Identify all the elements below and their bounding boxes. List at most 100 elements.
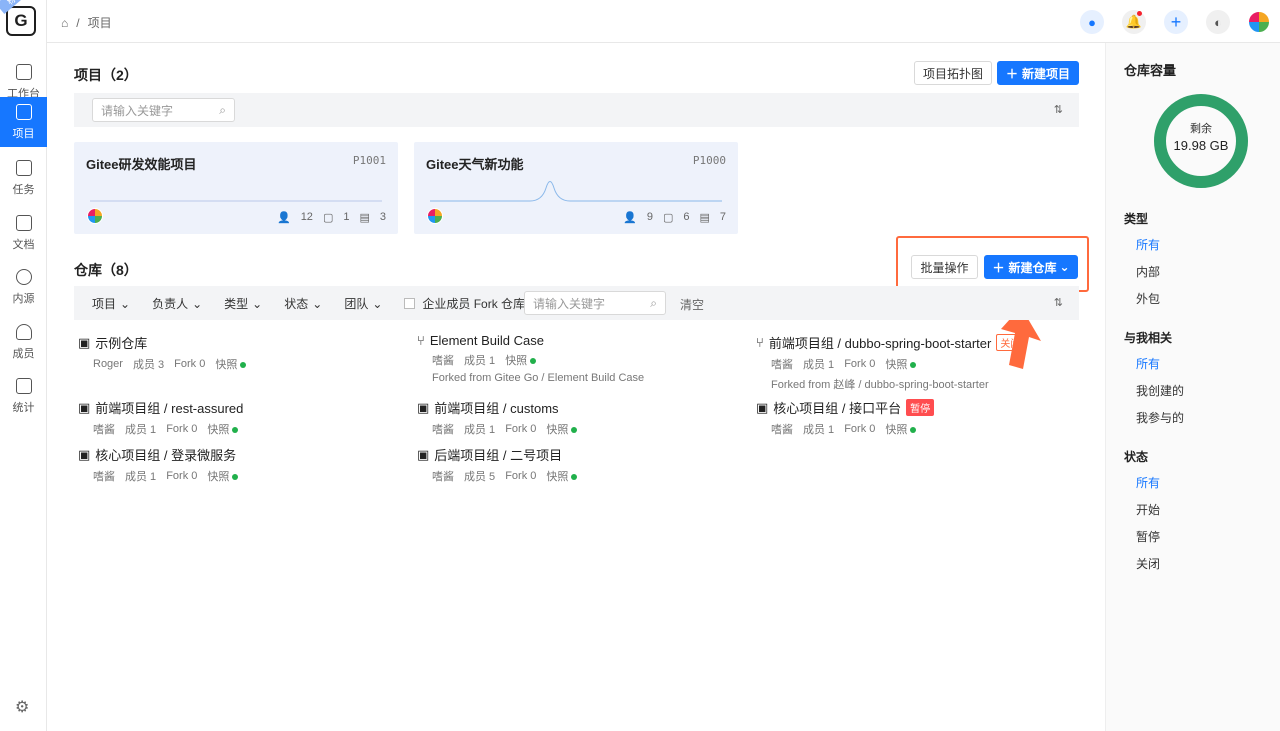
checkbox[interactable] bbox=[404, 298, 416, 309]
repo-icon: ▣ bbox=[78, 334, 91, 350]
repo-icon: ▢ bbox=[662, 212, 674, 224]
sidebar-item-stats[interactable]: 统计 bbox=[0, 371, 47, 421]
checklist-icon bbox=[15, 159, 32, 176]
main-content: 项目（2） 项目拓扑图 ＋新建项目 请输入关键字 ⌕ ⇅ Gitee研发效能项目 … bbox=[47, 43, 1105, 731]
search-icon: ⌕ bbox=[650, 295, 657, 310]
activity-sparkline bbox=[90, 200, 382, 202]
type-all[interactable]: 所有 bbox=[1136, 236, 1160, 253]
type-internal[interactable]: 内部 bbox=[1136, 263, 1160, 280]
innersource-icon bbox=[15, 268, 32, 285]
members-icon bbox=[15, 323, 32, 340]
repo-search-input[interactable]: 请输入关键字 ⌕ bbox=[524, 291, 666, 315]
search-icon: ⌕ bbox=[219, 102, 226, 117]
repo-icon: ▣ bbox=[78, 399, 91, 415]
batch-operation-button[interactable]: 批量操作 bbox=[911, 255, 978, 279]
filter-owner[interactable]: 负责人 ⌄ bbox=[152, 295, 202, 312]
status-dot bbox=[571, 427, 578, 433]
breadcrumb: ⌂ / 项目 bbox=[61, 15, 112, 31]
repo-item[interactable]: ▣ 后端项目组 / 二号项目 嗜酱 成员 5 Fork 0 快照 bbox=[417, 445, 747, 484]
filter-type[interactable]: 类型 ⌄ bbox=[224, 295, 262, 312]
top-bar: ⌂ / 项目 ● 🔔 + ◐ bbox=[47, 0, 1280, 43]
project-name: Gitee天气新功能 bbox=[426, 157, 524, 172]
status-started[interactable]: 开始 bbox=[1136, 501, 1160, 518]
repo-item[interactable]: ▣ 前端项目组 / customs 嗜酱 成员 1 Fork 0 快照 bbox=[417, 398, 747, 437]
fork-icon: ⑂ bbox=[756, 335, 764, 350]
new-project-button[interactable]: ＋新建项目 bbox=[997, 61, 1079, 85]
book-icon bbox=[15, 103, 32, 120]
user-avatar[interactable] bbox=[1248, 11, 1270, 33]
chevron-down-icon: ⌄ bbox=[120, 296, 131, 311]
repo-item[interactable]: ▣ 核心项目组 / 接口平台 暂停 嗜酱 成员 1 Fork 0 快照 bbox=[756, 398, 1086, 437]
chevron-down-icon: ⌄ bbox=[372, 296, 383, 311]
chevron-down-icon: ⌄ bbox=[252, 296, 263, 311]
status-dot bbox=[232, 474, 239, 480]
chevron-down-icon: ⌄ bbox=[192, 296, 203, 311]
repo-item[interactable]: ▣ 示例仓库 Roger 成员 3 Fork 0 快照 bbox=[78, 333, 408, 372]
repo-item[interactable]: ⑂ Element Build Case 嗜酱 成员 1 快照 Forked from G… bbox=[417, 333, 747, 384]
filter-status[interactable]: 状态 ⌄ bbox=[284, 295, 322, 312]
paused-badge: 暂停 bbox=[906, 399, 935, 416]
status-all[interactable]: 所有 bbox=[1136, 474, 1160, 491]
chevron-down-icon: ⌄ bbox=[312, 296, 323, 311]
task-icon: ▤ bbox=[359, 212, 370, 224]
settings-icon[interactable]: ⚙ bbox=[15, 697, 29, 717]
sort-icon[interactable]: ⇅ bbox=[1054, 103, 1063, 116]
fork-icon: ⑂ bbox=[417, 333, 425, 348]
project-code: P1001 bbox=[352, 154, 386, 167]
bell-icon[interactable]: 🔔 bbox=[1122, 10, 1146, 34]
status-dot bbox=[910, 362, 917, 368]
status-dot bbox=[530, 358, 537, 364]
status-closed[interactable]: 关闭 bbox=[1136, 555, 1160, 572]
repo-item[interactable]: ▣ 前端项目组 / rest-assured 嗜酱 成员 1 Fork 0 快照 bbox=[78, 398, 408, 437]
task-icon: ▤ bbox=[699, 212, 710, 224]
projects-title: 项目（2） bbox=[74, 67, 138, 83]
bar-chart-icon bbox=[15, 377, 32, 394]
fork-checkbox[interactable]: 企业成员 Fork 仓库 bbox=[404, 295, 525, 312]
sidebar-item-innersource[interactable]: 内源 bbox=[0, 262, 47, 312]
type-title: 类型 bbox=[1124, 212, 1149, 226]
status-dot bbox=[571, 474, 578, 480]
filter-team[interactable]: 团队 ⌄ bbox=[344, 295, 382, 312]
type-outsource[interactable]: 外包 bbox=[1136, 290, 1160, 307]
sidebar-item-tasks[interactable]: 任务 bbox=[0, 153, 47, 203]
remain-value: 19.98 GB bbox=[1173, 138, 1229, 153]
repo-icon: ▣ bbox=[756, 399, 769, 415]
filter-project[interactable]: 项目 ⌄ bbox=[92, 295, 130, 312]
project-topology-button[interactable]: 项目拓扑图 bbox=[914, 61, 992, 85]
closed-badge: 关闭 bbox=[996, 334, 1025, 351]
sidebar-item-projects[interactable]: 项目 bbox=[0, 97, 47, 147]
status-dot bbox=[240, 362, 247, 368]
members-icon: 👤 bbox=[623, 212, 637, 224]
app-logo[interactable]: G bbox=[6, 6, 36, 36]
project-card[interactable]: Gitee研发效能项目 P1001 👤 12 ▢ 1 ▤ 3 bbox=[74, 142, 398, 234]
repo-icon: ▢ bbox=[322, 212, 334, 224]
project-search-input[interactable]: 请输入关键字 ⌕ bbox=[92, 98, 235, 122]
repo-item[interactable]: ▣ 核心项目组 / 登录微服务 嗜酱 成员 1 Fork 0 快照 bbox=[78, 445, 408, 484]
repo-toolbar: 项目 ⌄ 负责人 ⌄ 类型 ⌄ 状态 ⌄ 团队 ⌄ 企业成员 Fork 仓库 请输入关键字… bbox=[74, 286, 1079, 320]
related-all[interactable]: 所有 bbox=[1136, 355, 1160, 372]
breadcrumb-current: 项目 bbox=[87, 16, 112, 30]
owner-avatar bbox=[427, 208, 443, 224]
owner-avatar bbox=[87, 208, 103, 224]
sidebar-item-members[interactable]: 成员 bbox=[0, 317, 47, 367]
repo-item[interactable]: ⑂ 前端项目组 / dubbo-spring-boot-starter 关闭 嗜酱 成员… bbox=[756, 333, 1086, 392]
related-title: 与我相关 bbox=[1124, 331, 1173, 345]
project-code: P1000 bbox=[692, 154, 726, 167]
grid-icon bbox=[15, 63, 32, 80]
project-card[interactable]: Gitee天气新功能 P1000 👤 9 ▢ 6 ▤ 7 bbox=[414, 142, 738, 234]
home-icon[interactable]: ⌂ bbox=[61, 16, 68, 30]
repo-icon: ▣ bbox=[417, 446, 430, 462]
new-repo-button[interactable]: ＋新建仓库 ⌄ bbox=[984, 255, 1078, 279]
status-title: 状态 bbox=[1124, 450, 1149, 464]
clear-button[interactable]: 清空 bbox=[680, 296, 704, 313]
document-icon bbox=[15, 214, 32, 231]
drop-icon[interactable]: ● bbox=[1080, 10, 1104, 34]
plus-icon[interactable]: + bbox=[1164, 10, 1188, 34]
status-paused[interactable]: 暂停 bbox=[1136, 528, 1160, 545]
related-created[interactable]: 我创建的 bbox=[1136, 382, 1184, 399]
sidebar-item-docs[interactable]: 文档 bbox=[0, 208, 47, 258]
related-joined[interactable]: 我参与的 bbox=[1136, 409, 1184, 426]
sort-icon[interactable]: ⇅ bbox=[1054, 296, 1063, 309]
repo-icon: ▣ bbox=[417, 399, 430, 415]
palette-icon[interactable]: ◐ bbox=[1206, 10, 1230, 34]
